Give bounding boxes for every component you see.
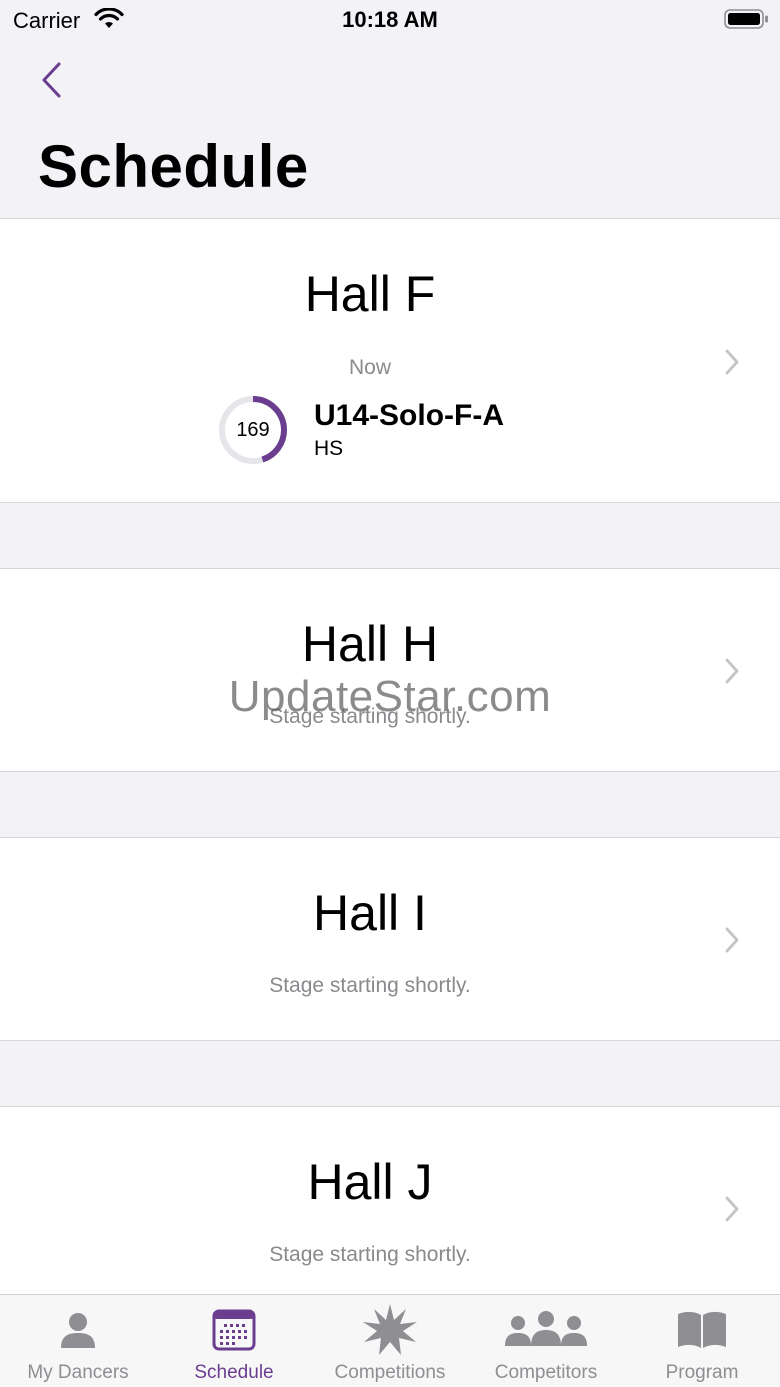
page-title: Schedule [38,133,309,200]
chevron-right-icon [725,658,739,684]
tab-my-dancers[interactable]: My Dancers [0,1295,156,1387]
hall-name: Hall F [304,266,436,322]
chevron-right-icon [725,349,739,375]
hall-cell-i[interactable]: Hall I Stage starting shortly. [0,837,780,1041]
chevron-right-icon [725,927,739,953]
tab-label: Competitors [494,1362,598,1383]
book-icon [624,1307,780,1353]
now-label: Now [348,356,391,379]
hall-cell-h[interactable]: Hall H Stage starting shortly. [0,568,780,772]
calendar-icon [156,1307,312,1353]
hall-name: Hall H [301,616,439,672]
hall-cell-f[interactable]: Hall F Now 169 U14-Solo-F-A HS [0,218,780,503]
stage-status: Stage starting shortly. [269,705,471,728]
tab-schedule[interactable]: Schedule [156,1295,312,1387]
event-name: U14-Solo-F-A [314,399,504,432]
back-button[interactable] [34,58,68,102]
battery-icon [724,8,770,35]
group-icon [468,1307,624,1353]
stage-status: Stage starting shortly. [269,974,471,997]
tab-label: Schedule [194,1362,274,1383]
tab-competitors[interactable]: Competitors [468,1295,624,1387]
tab-label: Competitions [334,1362,446,1383]
tab-label: My Dancers [27,1362,129,1383]
chevron-right-icon [725,1196,739,1222]
tab-competitions[interactable]: Competitions [312,1295,468,1387]
hall-name: Hall J [307,1154,433,1210]
stage-status: Stage starting shortly. [269,1243,471,1266]
tab-bar: My Dancers Schedule Competitions Competi… [0,1294,780,1387]
starburst-icon [312,1304,468,1355]
hall-name: Hall I [313,885,427,941]
person-icon [0,1307,156,1353]
tab-label: Program [665,1362,739,1383]
event-subtitle: HS [314,437,344,460]
hall-cell-j[interactable]: Hall J Stage starting shortly. [0,1106,780,1310]
status-bar: Carrier 10:18 AM [0,0,780,40]
performance-number: 169 [236,419,270,441]
tab-program[interactable]: Program [624,1295,780,1387]
chevron-left-icon [42,62,61,98]
status-time: 10:18 AM [342,7,438,32]
